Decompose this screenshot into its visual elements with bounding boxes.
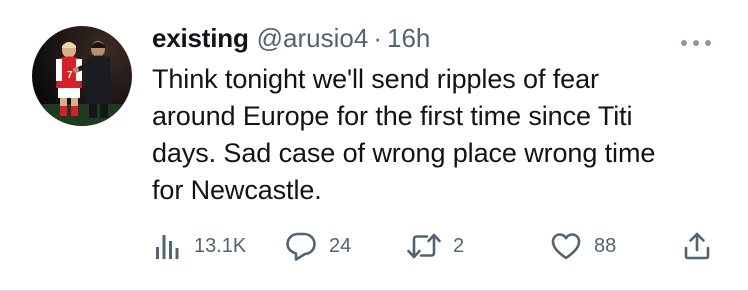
tweet-card[interactable]: 7 existing @arusio4 · 16h Think tonight … xyxy=(0,0,748,291)
like-count: 88 xyxy=(594,234,617,257)
reply-button[interactable]: 24 xyxy=(285,226,351,266)
separator-dot: · xyxy=(373,23,382,53)
retweet-icon xyxy=(407,233,441,259)
svg-text:7: 7 xyxy=(67,70,73,81)
analytics-icon xyxy=(156,235,179,259)
action-bar: 13.1K 24 2 88 xyxy=(152,226,720,266)
display-name[interactable]: existing xyxy=(152,21,249,55)
retweet-count: 2 xyxy=(453,234,465,257)
share-icon xyxy=(684,232,710,260)
tweet-text: Think tonight we'll send ripples of fear… xyxy=(152,64,656,205)
tweet-header: existing @arusio4 · 16h xyxy=(152,21,430,55)
share-button[interactable] xyxy=(682,226,712,266)
like-button[interactable]: 88 xyxy=(550,226,616,266)
more-options-icon[interactable] xyxy=(679,35,713,46)
retweet-button[interactable]: 2 xyxy=(407,226,464,266)
user-handle[interactable]: @arusio4 xyxy=(257,21,369,55)
views-count: 13.1K xyxy=(194,234,247,257)
heart-icon xyxy=(551,233,581,260)
reply-count: 24 xyxy=(329,234,352,257)
reply-icon xyxy=(286,232,316,261)
timestamp[interactable]: 16h xyxy=(387,21,430,55)
avatar-image: 7 xyxy=(32,26,132,126)
avatar[interactable]: 7 xyxy=(32,26,132,126)
views-button[interactable]: 13.1K xyxy=(152,226,246,266)
